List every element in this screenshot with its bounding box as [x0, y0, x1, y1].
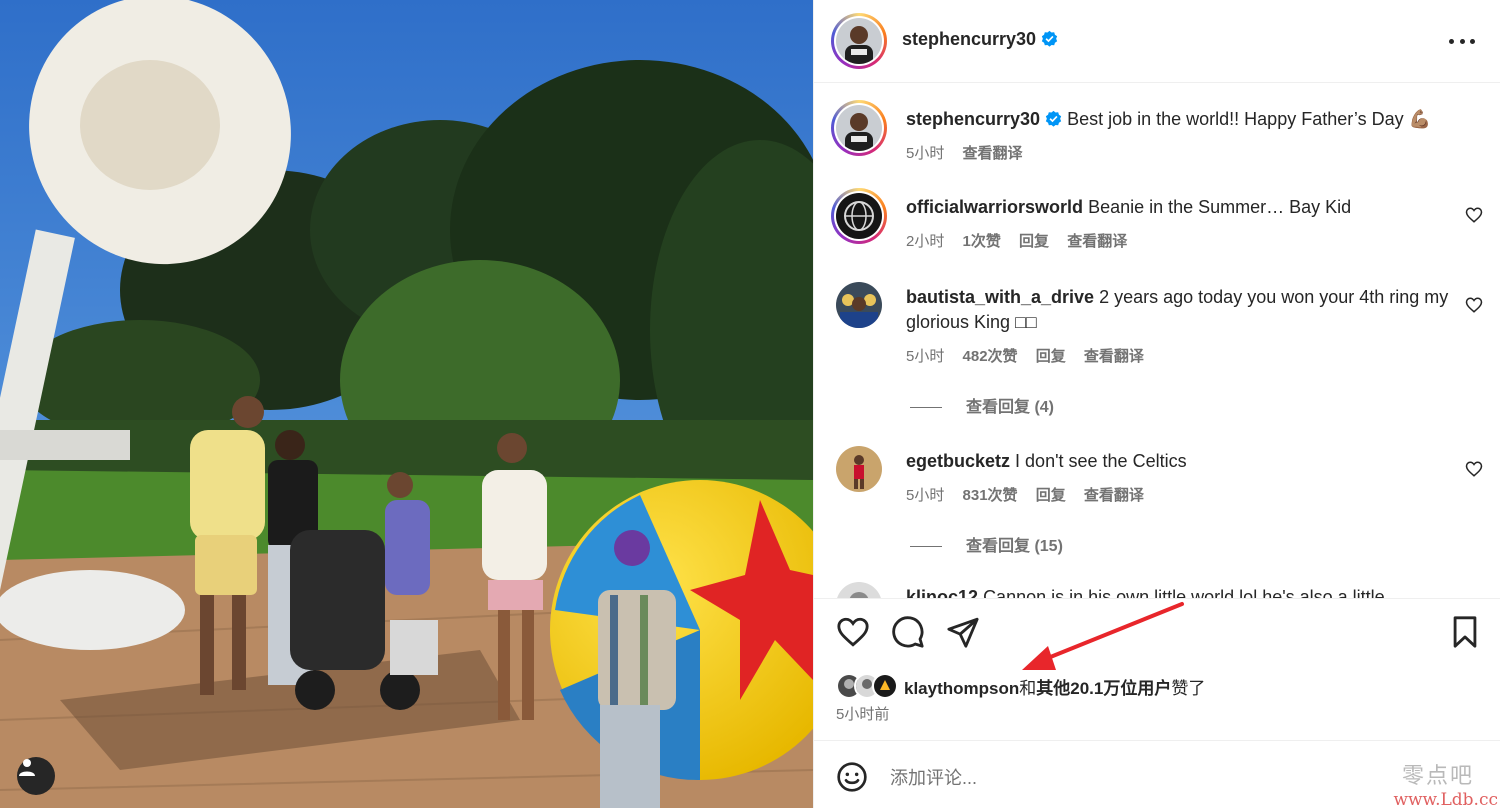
likes-text[interactable]: klaythompson和其他20.1万位用户赞了	[904, 674, 1205, 699]
comment-text: I don't see the Celtics	[1015, 451, 1187, 471]
more-dot-icon	[1459, 38, 1465, 44]
post-detail-panel: stephencurry30 stephencurry30 Best job i…	[813, 0, 1500, 808]
replies-divider-line	[910, 546, 942, 548]
comment-reply-button[interactable]: 回复	[1019, 233, 1049, 250]
flexed-biceps-emoji: 💪🏽	[1408, 109, 1432, 129]
comment-reply-button[interactable]: 回复	[1036, 348, 1066, 365]
warriors-world-avatar-image	[836, 193, 882, 239]
caption-meta: 5小时 查看翻译	[906, 142, 1023, 163]
post-timestamp[interactable]: 5小时前	[836, 703, 889, 724]
view-replies-button[interactable]: 查看回复 (15)	[910, 532, 1063, 556]
comment-meta: 5小时 482次赞 回复 查看翻译	[906, 345, 1144, 366]
author-username[interactable]: stephencurry30	[902, 29, 1058, 50]
caption-text: Best job in the world!! Happy Father’s D…	[1067, 109, 1404, 129]
post-photo[interactable]	[0, 0, 813, 808]
comment-translate-link[interactable]: 查看翻译	[1084, 487, 1144, 504]
comment-likes-count[interactable]: 482次赞	[963, 348, 1018, 365]
comment-translate-link[interactable]: 查看翻译	[1067, 233, 1127, 250]
add-comment-input[interactable]	[890, 765, 1370, 791]
author-username-text[interactable]: stephencurry30	[902, 29, 1036, 49]
comment-like-heart-icon[interactable]	[1465, 296, 1483, 314]
comment-avatar[interactable]	[836, 582, 882, 598]
view-replies-button[interactable]: 查看回复 (4)	[910, 393, 1054, 417]
like-heart-icon[interactable]	[836, 615, 870, 649]
caption-avatar-image	[836, 105, 882, 151]
likes-summary: klaythompson和其他20.1万位用户赞了	[836, 671, 1205, 701]
author-avatar[interactable]	[831, 13, 887, 69]
save-bookmark-icon[interactable]	[1448, 615, 1482, 649]
liker-avatar[interactable]	[872, 673, 898, 699]
comment-username[interactable]: klinoc12	[906, 587, 978, 598]
more-dot-icon	[1470, 38, 1475, 44]
comment-body: egetbucketz I don't see the Celtics	[906, 449, 1456, 474]
comment-time[interactable]: 5小时	[906, 348, 944, 365]
caption-body: stephencurry30 Best job in the world!! H…	[906, 107, 1456, 132]
post-actions: klaythompson和其他20.1万位用户赞了 5小时前	[814, 598, 1500, 740]
person-icon	[19, 759, 35, 776]
comment-like-heart-icon[interactable]	[1465, 206, 1483, 224]
comment-time[interactable]: 2小时	[906, 233, 944, 250]
comment-meta: 2小时 1次赞 回复 查看翻译	[906, 230, 1127, 251]
comment-translate-link[interactable]: 查看翻译	[1084, 348, 1144, 365]
comments-list[interactable]: stephencurry30 Best job in the world!! H…	[814, 84, 1500, 598]
caption-translate-link[interactable]: 查看翻译	[963, 145, 1023, 162]
comment-avatar[interactable]	[831, 188, 887, 244]
share-paper-plane-icon[interactable]	[946, 615, 980, 649]
caption-time[interactable]: 5小时	[906, 145, 944, 162]
comment-username[interactable]: egetbucketz	[906, 451, 1010, 471]
view-replies-label[interactable]: 查看回复 (15)	[966, 538, 1063, 555]
comment-bubble-icon[interactable]	[891, 615, 925, 649]
comment-body: bautista_with_a_drive 2 years ago today …	[906, 285, 1456, 335]
view-replies-label[interactable]: 查看回复 (4)	[966, 399, 1054, 416]
caption-username[interactable]: stephencurry30	[906, 109, 1040, 129]
comment-meta: 5小时 831次赞 回复 查看翻译	[906, 484, 1144, 505]
tagged-people-button[interactable]	[17, 757, 55, 795]
comment-body: klinoc12 Cannon is in his own little wor…	[906, 585, 1456, 598]
comment-body: officialwarriorsworld Beanie in the Summ…	[906, 195, 1456, 220]
comment-likes-count[interactable]: 831次赞	[963, 487, 1018, 504]
watermark: 零点吧 www.Ldb.cc	[1393, 758, 1498, 808]
watermark-line-1: 零点吧	[1401, 764, 1474, 789]
comment-text: Cannon is in his own little world lol he…	[983, 587, 1385, 598]
replies-divider-line	[910, 407, 942, 409]
comment-username[interactable]: officialwarriorsworld	[906, 197, 1083, 217]
comment-reply-button[interactable]: 回复	[1036, 487, 1066, 504]
comment-avatar[interactable]	[836, 282, 882, 328]
comment-username[interactable]: bautista_with_a_drive	[906, 287, 1094, 307]
likes-suffix: 赞了	[1171, 678, 1206, 698]
liker-avatar-image	[874, 675, 896, 697]
klinoc-avatar-image	[836, 582, 882, 598]
comment-text: Beanie in the Summer… Bay Kid	[1088, 197, 1352, 217]
author-avatar-image	[836, 18, 882, 64]
post-header: stephencurry30	[814, 0, 1500, 83]
comment-time[interactable]: 5小时	[906, 487, 944, 504]
verified-badge-icon	[1045, 110, 1062, 127]
likes-username[interactable]: klaythompson	[904, 679, 1019, 698]
watermark-line-2: www.Ldb.cc	[1393, 790, 1498, 808]
bautista-avatar-image	[836, 282, 882, 328]
likes-joiner: 和	[1019, 678, 1037, 698]
more-options-button[interactable]	[1449, 30, 1475, 52]
comment-avatar[interactable]	[836, 446, 882, 492]
post-photo-illustration	[0, 0, 813, 808]
egetbucketz-avatar-image	[836, 446, 882, 492]
emoji-smiley-icon[interactable]	[836, 761, 868, 793]
caption-author-avatar[interactable]	[831, 100, 887, 156]
comment-like-heart-icon[interactable]	[1465, 460, 1483, 478]
comment-likes-count[interactable]: 1次赞	[963, 233, 1001, 250]
more-dot-icon	[1449, 38, 1454, 44]
likes-others-count[interactable]: 其他20.1万位用户	[1036, 679, 1171, 698]
verified-badge-icon	[1041, 30, 1058, 47]
